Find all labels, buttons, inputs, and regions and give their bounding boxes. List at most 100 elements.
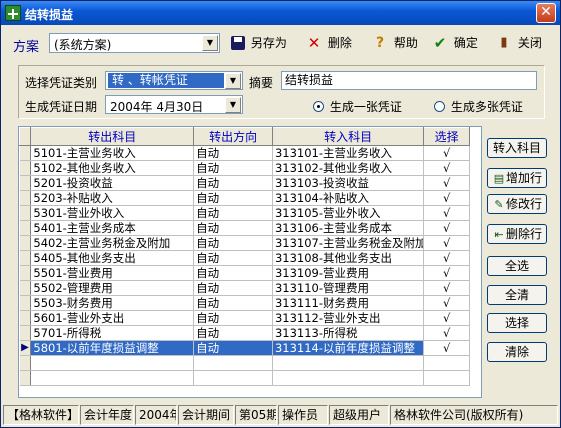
direction-cell[interactable]: 自动 [193,250,273,266]
in-account-cell[interactable]: 313102-其他业务收入 [272,160,425,176]
in-account-cell[interactable]: 313104-补贴收入 [272,190,425,206]
column-header-direction[interactable]: 转出方向 [193,127,273,146]
chevron-down-icon[interactable]: ▼ [225,73,241,89]
in-account-cell[interactable]: 313111-财务费用 [272,295,425,311]
row-indicator[interactable] [19,160,32,176]
select-check-cell[interactable]: √ [423,205,470,221]
confirm-button[interactable]: ✔ 确定 [432,34,478,56]
out-account-cell[interactable]: 5102-其他业务收入 [30,160,195,176]
out-account-cell[interactable]: 5601-营业外支出 [30,310,195,326]
select-check-cell[interactable]: √ [423,145,470,161]
table-row[interactable]: 5503-财务费用 自动 313111-财务费用 √ [19,295,470,311]
direction-cell[interactable]: 自动 [193,220,273,236]
in-account-cell[interactable]: 313106-主营业务成本 [272,220,425,236]
in-account-cell[interactable]: 313114-以前年度损益调整 [272,340,425,356]
title-bar[interactable]: 结转损益 ✕ [1,1,560,25]
in-account-cell[interactable]: 313103-投资收益 [272,175,425,191]
row-indicator[interactable] [19,205,32,221]
help-button[interactable]: ? 帮助 [372,34,418,56]
out-account-cell[interactable]: 5405-其他业务支出 [30,250,195,266]
table-row[interactable]: 5501-营业费用 自动 313109-营业费用 √ [19,265,470,281]
out-account-cell[interactable]: 5701-所得税 [30,325,195,341]
in-account-cell[interactable]: 313105-营业外收入 [272,205,425,221]
close-button[interactable]: ▮ 关闭 [496,34,541,56]
table-row[interactable]: 5201-投资收益 自动 313103-投资收益 √ [19,175,470,191]
table-row[interactable]: 5405-其他业务支出 自动 313108-其他业务支出 √ [19,250,470,266]
row-indicator[interactable] [19,175,32,191]
row-indicator[interactable] [19,340,32,356]
select-check-cell[interactable]: √ [423,295,470,311]
out-account-cell[interactable]: 5801-以前年度损益调整 [30,340,195,356]
select-check-cell[interactable]: √ [423,160,470,176]
row-indicator[interactable] [19,295,32,311]
select-check-cell[interactable]: √ [423,250,470,266]
select-button[interactable]: 选择 [487,313,547,333]
table-row[interactable]: 5102-其他业务收入 自动 313102-其他业务收入 √ [19,160,470,176]
direction-cell[interactable]: 自动 [193,235,273,251]
edit-row-button[interactable]: ✎ 修改行 [487,194,547,214]
table-row[interactable]: 5801-以前年度损益调整自动313114-以前年度损益调整√ [19,340,470,356]
select-check-cell[interactable]: √ [423,280,470,296]
row-indicator[interactable] [19,250,32,266]
out-account-cell[interactable]: 5201-投资收益 [30,175,195,191]
table-row[interactable]: 5601-营业外支出 自动 313112-营业外支出 √ [19,310,470,326]
table-row[interactable]: 5401-主营业务成本 自动 313106-主营业务成本 √ [19,220,470,236]
row-indicator[interactable] [19,325,32,341]
delete-row-button[interactable]: ⇤ 删除行 [487,224,547,244]
in-account-cell[interactable]: 313112-营业外支出 [272,310,425,326]
select-check-cell[interactable]: √ [423,190,470,206]
out-account-cell[interactable]: 5401-主营业务成本 [30,220,195,236]
direction-cell[interactable]: 自动 [193,340,273,356]
direction-cell[interactable]: 自动 [193,205,273,221]
transfer-account-button[interactable]: 转入科目 [487,138,547,158]
direction-cell[interactable]: 自动 [193,325,273,341]
scheme-select[interactable]: (系统方案) ▼ [49,33,220,53]
table-row[interactable]: 5203-补贴收入 自动 313104-补贴收入 √ [19,190,470,206]
direction-cell[interactable]: 自动 [193,175,273,191]
select-check-cell[interactable]: √ [423,310,470,326]
row-indicator[interactable] [19,190,32,206]
row-indicator[interactable] [19,265,32,281]
select-all-button[interactable]: 全选 [487,256,547,276]
chevron-down-icon[interactable]: ▼ [225,97,241,113]
table-row[interactable]: 5301-营业外收入 自动 313105-营业外收入 √ [19,205,470,221]
out-account-cell[interactable]: 5301-营业外收入 [30,205,195,221]
table-row[interactable]: 5502-管理费用 自动 313110-管理费用 √ [19,280,470,296]
direction-cell[interactable]: 自动 [193,160,273,176]
direction-cell[interactable]: 自动 [193,190,273,206]
in-account-cell[interactable]: 313110-管理费用 [272,280,425,296]
voucher-date-select[interactable]: 2004年 4月30日 ▼ [105,95,243,114]
voucher-type-select[interactable]: 转 、转帐凭证 ▼ [105,71,243,90]
save-as-button[interactable]: 另存为 [231,34,287,56]
row-indicator[interactable] [19,310,32,326]
in-account-cell[interactable]: 313113-所得税 [272,325,425,341]
direction-cell[interactable]: 自动 [193,265,273,281]
direction-cell[interactable]: 自动 [193,145,273,161]
select-check-cell[interactable]: √ [423,175,470,191]
clear-all-button[interactable]: 全清 [487,285,547,305]
in-account-cell[interactable]: 313107-主营业务税金及附加 [272,235,425,251]
column-header-in-account[interactable]: 转入科目 [271,127,425,146]
close-window-button[interactable]: ✕ [536,3,556,23]
column-header-select[interactable]: 选择 [423,127,470,146]
chevron-down-icon[interactable]: ▼ [202,35,218,51]
clear-button[interactable]: 清除 [487,342,547,362]
out-account-cell[interactable]: 5501-营业费用 [30,265,195,281]
select-check-cell[interactable]: √ [423,340,470,356]
out-account-cell[interactable]: 5502-管理费用 [30,280,195,296]
row-indicator[interactable] [19,280,32,296]
summary-input[interactable]: 结转损益 [281,71,537,90]
row-indicator[interactable] [19,220,32,236]
direction-cell[interactable]: 自动 [193,295,273,311]
out-account-cell[interactable]: 5503-财务费用 [30,295,195,311]
select-check-cell[interactable]: √ [423,265,470,281]
table-row[interactable]: 5402-主营业务税金及附加 自动 313107-主营业务税金及附加 √ [19,235,470,251]
select-check-cell[interactable]: √ [423,325,470,341]
in-account-cell[interactable]: 313108-其他业务支出 [272,250,425,266]
out-account-cell[interactable]: 5402-主营业务税金及附加 [30,235,195,251]
direction-cell[interactable]: 自动 [193,310,273,326]
direction-cell[interactable]: 自动 [193,280,273,296]
select-check-cell[interactable]: √ [423,220,470,236]
row-indicator[interactable] [19,145,32,161]
row-indicator[interactable] [19,235,32,251]
